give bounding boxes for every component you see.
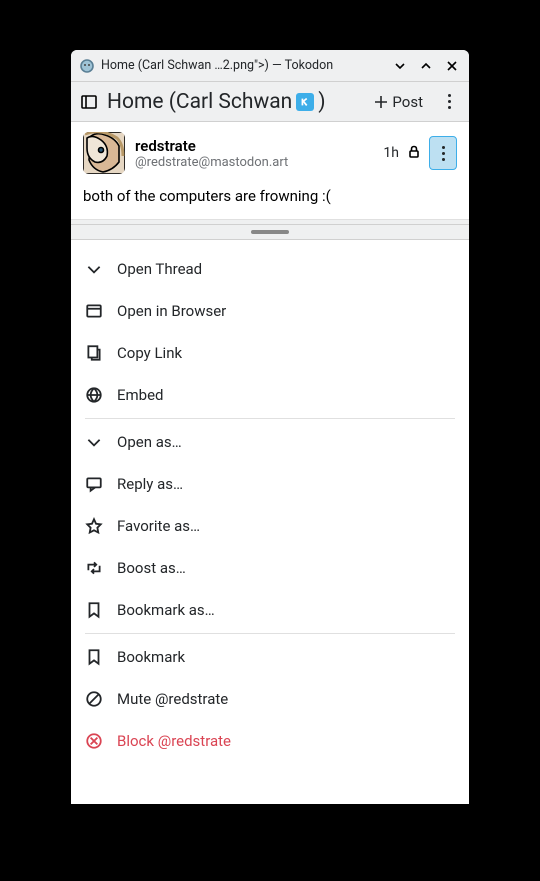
menu-open-as[interactable]: Open as… (71, 421, 469, 463)
copy-icon (85, 344, 103, 362)
menu-mute[interactable]: Mute @redstrate (71, 678, 469, 720)
kde-verified-badge (296, 93, 314, 111)
menu-separator (85, 633, 455, 634)
page-title-text: Home (Carl Schwan (107, 90, 292, 114)
menu-bookmark-as[interactable]: Bookmark as… (71, 589, 469, 631)
drag-handle-icon (251, 230, 289, 234)
minimize-button[interactable] (391, 57, 409, 75)
app-menu-button[interactable] (437, 90, 461, 114)
block-icon (85, 732, 103, 750)
toolbar: Home (Carl Schwan ) Post (71, 82, 469, 122)
menu-bookmark[interactable]: Bookmark (71, 636, 469, 678)
menu-label: Block @redstrate (117, 732, 231, 750)
menu-label: Bookmark (117, 648, 185, 666)
menu-boost-as[interactable]: Boost as… (71, 547, 469, 589)
star-icon (85, 517, 103, 535)
maximize-button[interactable] (417, 57, 435, 75)
lock-icon (407, 144, 421, 163)
titlebar: Home (Carl Schwan …2.png">) — Tokodon (71, 50, 469, 82)
page-title: Home (Carl Schwan ) (107, 90, 360, 114)
post-content: both of the computers are frowning :( (83, 186, 457, 207)
timestamp: 1h (383, 145, 399, 161)
mute-icon (85, 690, 103, 708)
sidebar-toggle-button[interactable] (79, 92, 99, 112)
post-user[interactable]: redstrate @redstrate@mastodon.art (135, 137, 373, 170)
app-icon (79, 58, 95, 74)
chevron-down-icon (85, 260, 103, 278)
user-handle: @redstrate@mastodon.art (135, 155, 373, 170)
menu-label: Open as… (117, 433, 182, 451)
new-post-button[interactable]: Post (368, 89, 429, 115)
display-name: redstrate (135, 137, 373, 155)
bookmark-icon (85, 601, 103, 619)
kebab-icon (448, 94, 451, 109)
menu-open-thread[interactable]: Open Thread (71, 248, 469, 290)
menu-favorite-as[interactable]: Favorite as… (71, 505, 469, 547)
menu-label: Open in Browser (117, 302, 226, 320)
menu-label: Open Thread (117, 260, 202, 278)
globe-icon (85, 386, 103, 404)
kebab-icon (442, 146, 445, 161)
post-header: redstrate @redstrate@mastodon.art 1h (83, 132, 457, 174)
avatar[interactable] (83, 132, 125, 174)
page-title-suffix: ) (318, 90, 325, 114)
action-sheet: Open Thread Open in Browser Copy Link Em… (71, 224, 469, 804)
reply-icon (85, 475, 103, 493)
menu-label: Boost as… (117, 559, 186, 577)
post-meta: 1h (383, 136, 457, 170)
app-window: Home (Carl Schwan …2.png">) — Tokodon Ho… (71, 50, 469, 804)
menu-block[interactable]: Block @redstrate (71, 720, 469, 762)
window-controls (391, 57, 461, 75)
browser-icon (85, 302, 103, 320)
close-button[interactable] (443, 57, 461, 75)
drag-handle-bar[interactable] (71, 224, 469, 240)
menu-copy-link[interactable]: Copy Link (71, 332, 469, 374)
menu-label: Mute @redstrate (117, 690, 228, 708)
menu-label: Embed (117, 386, 164, 404)
menu-label: Copy Link (117, 344, 182, 362)
menu-open-browser[interactable]: Open in Browser (71, 290, 469, 332)
window-title: Home (Carl Schwan …2.png">) — Tokodon (101, 58, 385, 73)
menu-list: Open Thread Open in Browser Copy Link Em… (71, 240, 469, 804)
chevron-down-icon (85, 433, 103, 451)
boost-icon (85, 559, 103, 577)
menu-separator (85, 418, 455, 419)
menu-label: Favorite as… (117, 517, 200, 535)
post[interactable]: redstrate @redstrate@mastodon.art 1h bot… (71, 122, 469, 220)
menu-embed[interactable]: Embed (71, 374, 469, 416)
menu-label: Reply as… (117, 475, 183, 493)
menu-label: Bookmark as… (117, 601, 215, 619)
menu-reply-as[interactable]: Reply as… (71, 463, 469, 505)
post-more-button[interactable] (429, 136, 457, 170)
bookmark-icon (85, 648, 103, 666)
post-button-label: Post (392, 93, 423, 111)
